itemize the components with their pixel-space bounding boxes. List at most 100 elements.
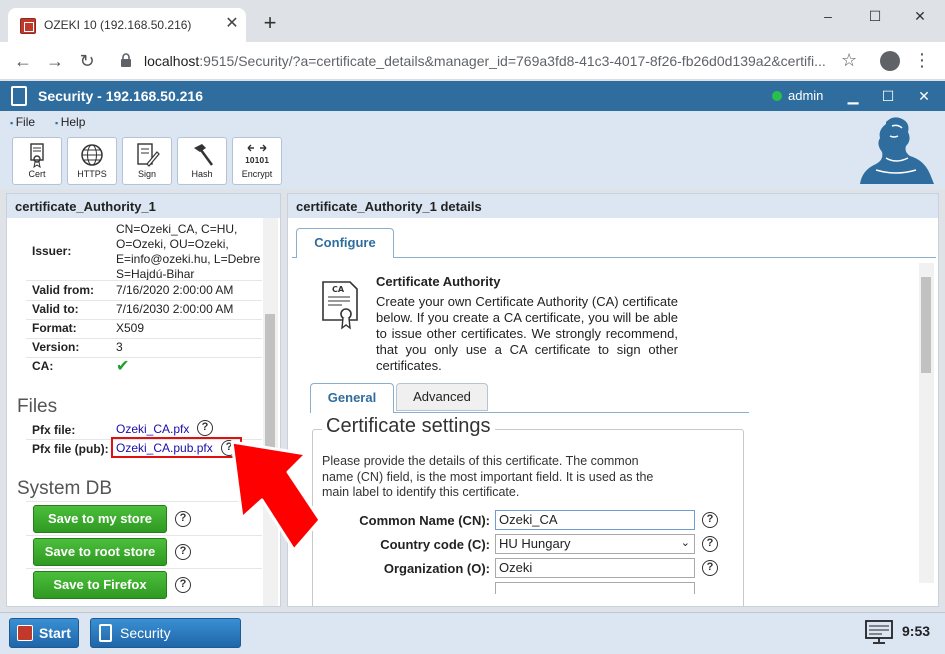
files-section-title: Files: [17, 396, 58, 417]
tab-advanced[interactable]: Advanced: [396, 383, 488, 411]
hammer-icon: [194, 144, 214, 166]
country-code-help-icon[interactable]: ?: [702, 536, 718, 552]
encrypt-button[interactable]: 1O1O1 Encrypt: [232, 137, 282, 185]
https-button-label: HTTPS: [77, 169, 107, 179]
url-path: :9515/Security/?a=certificate_details&ma…: [199, 53, 826, 69]
taskbar: Start Security 9:53: [0, 612, 945, 654]
system-db-section-title: System DB: [17, 478, 113, 499]
reload-icon[interactable]: ↻: [75, 49, 99, 73]
organization-input[interactable]: Ozeki: [495, 558, 695, 578]
firefox-help-icon[interactable]: ?: [175, 577, 191, 593]
pfx-help-icon[interactable]: ?: [197, 420, 213, 436]
tab-title: OZEKI 10 (192.168.50.216): [44, 18, 192, 32]
forward-arrow-icon[interactable]: →: [43, 49, 67, 73]
valid-from-value: 7/16/2020 2:00:00 AM: [116, 283, 234, 297]
ca-description: Create your own Certificate Authority (C…: [376, 294, 678, 373]
pfx-pub-highlight-box: [111, 437, 242, 458]
right-scrollbar-thumb[interactable]: [921, 277, 931, 373]
save-to-root-store-button[interactable]: Save to root store: [33, 538, 167, 566]
country-code-value: HU Hungary: [499, 536, 571, 551]
back-arrow-icon[interactable]: ←: [11, 49, 35, 73]
row-divider: [26, 535, 262, 536]
certificate-icon: [30, 143, 44, 168]
next-field-input[interactable]: [495, 582, 695, 594]
row-divider: [26, 338, 262, 339]
window-maximize-button[interactable]: ☐: [855, 4, 895, 28]
red-pointer-arrow-icon: [230, 440, 322, 552]
ozeki-favicon-icon: [20, 18, 36, 34]
pfx-pub-file-label: Pfx file (pub):: [32, 442, 109, 456]
organization-help-icon[interactable]: ?: [702, 560, 718, 576]
encrypt-arrows-icon: 1O1O1: [245, 144, 269, 165]
format-label: Format:: [32, 321, 77, 335]
address-bar-url[interactable]: localhost:9515/Security/?a=certificate_d…: [144, 53, 834, 69]
save-to-my-store-button[interactable]: Save to my store: [33, 505, 167, 533]
row-divider: [26, 300, 262, 301]
valid-to-label: Valid to:: [32, 302, 79, 316]
row-divider: [26, 501, 262, 502]
save-to-firefox-button[interactable]: Save to Firefox: [33, 571, 167, 599]
country-code-label: Country code (C):: [380, 537, 490, 552]
version-value: 3: [116, 340, 123, 354]
lock-icon[interactable]: [119, 52, 133, 68]
app-close-button[interactable]: ✕: [913, 85, 935, 107]
pfx-file-link[interactable]: Ozeki_CA.pfx: [116, 422, 189, 436]
row-divider: [26, 280, 262, 281]
window-minimize-button[interactable]: –: [808, 4, 848, 28]
certificate-settings-description: Please provide the details of this certi…: [322, 454, 654, 499]
https-button[interactable]: HTTPS: [67, 137, 117, 185]
menu-file[interactable]: File: [10, 115, 35, 129]
country-code-select[interactable]: HU Hungary ⌄: [495, 534, 695, 554]
taskbar-security-label: Security: [120, 625, 171, 641]
browser-tab[interactable]: OZEKI 10 (192.168.50.216) ✕: [8, 8, 246, 42]
ca-checkmark-icon: ✔: [116, 358, 130, 375]
menu-ribbon-area: File Help Cert HTTPS Sign Hash: [0, 111, 945, 189]
certificate-details-panel: certificate_Authority_1 details Configur…: [287, 193, 939, 607]
version-label: Version:: [32, 340, 80, 354]
window-close-button[interactable]: ✕: [900, 4, 940, 28]
root-store-help-icon[interactable]: ?: [175, 544, 191, 560]
ca-title: Certificate Authority: [376, 274, 501, 289]
url-host: localhost: [144, 53, 200, 69]
online-status-icon: [772, 91, 782, 101]
taskbar-security-item[interactable]: Security: [90, 618, 241, 648]
new-tab-button[interactable]: +: [258, 12, 282, 36]
right-scrollbar[interactable]: [919, 263, 934, 583]
issuer-label: Issuer:: [32, 244, 72, 258]
globe-icon: [81, 144, 103, 166]
tab-general[interactable]: General: [310, 383, 394, 413]
app-minimize-button[interactable]: ▁: [842, 85, 864, 107]
cert-button-label: Cert: [28, 169, 46, 179]
tab-close-icon[interactable]: ✕: [223, 15, 241, 33]
hash-button[interactable]: Hash: [177, 137, 227, 185]
format-value: X509: [116, 321, 145, 335]
svg-text:CA: CA: [332, 285, 345, 294]
ca-label: CA:: [32, 359, 54, 373]
start-button[interactable]: Start: [9, 618, 79, 648]
my-store-help-icon[interactable]: ?: [175, 511, 191, 527]
app-title-bar: Security - 192.168.50.216 admin ▁ ☐ ✕: [0, 81, 945, 111]
tab-configure[interactable]: Configure: [296, 228, 394, 258]
menu-help[interactable]: Help: [55, 115, 86, 129]
cert-button[interactable]: Cert: [12, 137, 62, 185]
bookmark-star-icon[interactable]: ☆: [841, 50, 857, 71]
common-name-help-icon[interactable]: ?: [702, 512, 718, 528]
common-name-label: Common Name (CN):: [359, 513, 490, 528]
current-user[interactable]: admin: [788, 88, 823, 103]
monitor-icon[interactable]: [864, 619, 894, 645]
ozeki-start-icon: [17, 625, 33, 641]
browser-toolbar: ← → ↻ localhost:9515/Security/?a=certifi…: [0, 42, 945, 80]
browser-menu-icon[interactable]: ⋮: [913, 50, 931, 71]
row-divider: [26, 357, 262, 358]
sign-document-icon: [137, 143, 160, 167]
app-maximize-button[interactable]: ☐: [877, 85, 899, 107]
certificate-authority-icon: CA: [322, 281, 358, 330]
left-panel-title: certificate_Authority_1: [7, 194, 280, 218]
account-avatar-icon[interactable]: [880, 51, 900, 71]
common-name-input[interactable]: Ozeki_CA: [495, 510, 695, 530]
issuer-line: CN=Ozeki_CA, C=HU,: [116, 222, 238, 236]
hash-button-label: Hash: [191, 169, 213, 179]
browser-tabstrip: OZEKI 10 (192.168.50.216) ✕ + – ☐ ✕: [0, 0, 945, 42]
sign-button[interactable]: Sign: [122, 137, 172, 185]
row-divider: [26, 319, 262, 320]
